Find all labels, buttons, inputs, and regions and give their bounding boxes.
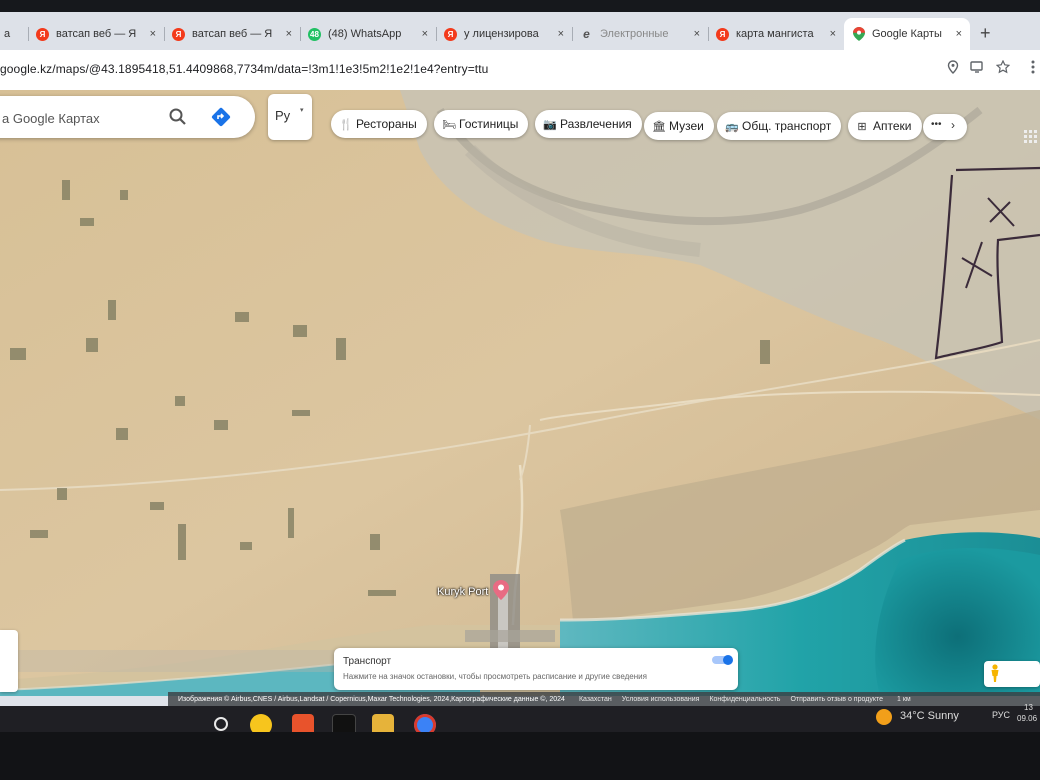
camera-icon: 📷 [543, 118, 557, 131]
install-app-icon[interactable] [968, 60, 986, 78]
country-link[interactable]: Казахстан [579, 696, 612, 703]
tab-label: у лицензирова [464, 28, 539, 40]
apps-grid-icon[interactable] [1024, 130, 1038, 144]
google-maps-icon [852, 27, 865, 41]
side-panel-toggle[interactable] [0, 630, 18, 692]
browser-tab-strip: а Я ватсап веб — Я × Я ватсап веб — Я × … [0, 12, 1040, 50]
new-tab-button[interactable]: + [980, 23, 991, 44]
chip-label: Рестораны [356, 117, 417, 131]
fork-knife-icon: 🍴 [339, 118, 353, 131]
chevron-down-icon: ▾ [300, 107, 304, 114]
chip-label: Гостиницы [459, 117, 519, 131]
file-explorer-icon[interactable] [372, 714, 394, 732]
pegman-icon[interactable] [990, 664, 1000, 682]
language-indicator[interactable]: РУС [992, 710, 1010, 720]
tab-label: а [4, 28, 11, 40]
search-icon[interactable] [168, 107, 188, 127]
satellite-map[interactable] [0, 90, 1040, 696]
close-icon[interactable]: × [150, 28, 156, 40]
tab-label: Google Карты [872, 28, 942, 40]
clock-date[interactable]: 09.06 [1017, 714, 1037, 723]
place-label[interactable]: Kuryk Port [437, 586, 488, 598]
privacy-link[interactable]: Конфиденциальность [709, 696, 780, 703]
map-search-box [0, 96, 255, 140]
chip-hotels[interactable]: 🛏 Гостиницы [434, 110, 529, 138]
imagery-credit: Изображения © Airbus,CNES / Airbus,Lands… [178, 695, 565, 703]
screen: а Я ватсап веб — Я × Я ватсап веб — Я × … [0, 12, 1040, 732]
map-layer-select[interactable]: Ру ▾ [268, 94, 312, 140]
chevron-right-icon: › [951, 118, 955, 132]
bed-icon: 🛏 [442, 118, 456, 131]
satellite-imagery [0, 90, 1040, 696]
chrome-icon[interactable] [414, 714, 436, 732]
menu-dots-icon[interactable] [1024, 60, 1040, 78]
chip-label: Развлечения [560, 117, 632, 131]
weather-sun-icon[interactable] [876, 709, 892, 725]
close-icon[interactable]: × [956, 28, 962, 40]
close-icon[interactable]: × [558, 28, 564, 40]
chip-label: Общ. транспорт [742, 119, 832, 133]
browser-tab[interactable]: 48 (48) WhatsApp × [300, 18, 436, 50]
browser-tab[interactable]: Я ватсап веб — Я × [28, 18, 164, 50]
yandex-icon: Я [716, 27, 729, 41]
map-attribution-bar: Изображения © Airbus,CNES / Airbus,Lands… [168, 692, 1040, 706]
browser-tab[interactable]: а [0, 18, 28, 50]
terms-link[interactable]: Условия использования [622, 696, 700, 703]
bookmark-star-icon[interactable] [994, 59, 1012, 78]
museum-icon: 🏛 [652, 120, 666, 133]
yandex-icon: Я [444, 27, 457, 41]
chips-more-button[interactable]: ••• › [923, 114, 967, 140]
chip-entertainment[interactable]: 📷 Развлечения [535, 110, 642, 138]
monitor-bezel [0, 732, 1040, 780]
location-pin-icon[interactable] [944, 60, 962, 78]
pharmacy-icon: ⊞ [857, 120, 867, 133]
cortana-icon[interactable] [214, 717, 228, 731]
browser-tab[interactable]: Я у лицензирова × [436, 18, 572, 50]
transport-info-card: Транспорт Нажмите на значок остановки, ч… [334, 648, 738, 690]
chip-pharmacies[interactable]: ⊞ Аптеки [848, 112, 922, 140]
weather-text[interactable]: 34°C Sunny [900, 710, 959, 722]
tiktok-icon[interactable] [332, 714, 356, 732]
url-text[interactable]: google.kz/maps/@43.1895418,51.4409868,77… [0, 62, 488, 76]
tab-label: ватсап веб — Я [192, 28, 273, 40]
browser-tab[interactable]: Я карта мангиста × [708, 18, 844, 50]
tab-label: ватсап веб — Я [56, 28, 137, 40]
transport-card-description: Нажмите на значок остановки, чтобы просм… [343, 672, 647, 681]
yandex-icon: Я [36, 27, 49, 41]
search-input[interactable] [0, 96, 174, 140]
directions-icon[interactable] [210, 106, 232, 128]
browser-tab[interactable]: e Электронные × [572, 18, 708, 50]
wps-office-icon[interactable] [292, 714, 314, 732]
close-icon[interactable]: × [422, 28, 428, 40]
chip-label: Музеи [669, 119, 704, 133]
layer-select-value: Ру [275, 108, 291, 123]
whatsapp-icon: 48 [308, 27, 321, 41]
map-pin-icon[interactable] [493, 580, 509, 605]
chip-restaurants[interactable]: 🍴 Рестораны [331, 110, 427, 138]
tab-label: (48) WhatsApp [328, 28, 402, 40]
close-icon[interactable]: × [286, 28, 292, 40]
feedback-link[interactable]: Отправить отзыв о продукте [790, 696, 883, 703]
close-icon[interactable]: × [694, 28, 700, 40]
clock-time[interactable]: 13 [1024, 702, 1033, 714]
close-icon[interactable]: × [830, 28, 836, 40]
bus-icon: 🚌 [725, 120, 739, 133]
address-bar[interactable]: google.kz/maps/@43.1895418,51.4409868,77… [0, 50, 1040, 91]
chip-museums[interactable]: 🏛 Музеи [644, 112, 714, 140]
chip-label: Аптеки [873, 119, 912, 133]
yandex-icon: Я [172, 27, 185, 41]
scale-label[interactable]: 1 км [897, 696, 911, 703]
transport-card-title: Транспорт [343, 656, 392, 667]
tab-label: Электронные [600, 28, 669, 40]
tab-label: карта мангиста [736, 28, 814, 40]
browser-tab[interactable]: Я ватсап веб — Я × [164, 18, 300, 50]
browser-tab-active[interactable]: Google Карты × [844, 18, 970, 50]
chip-public-transport[interactable]: 🚌 Общ. транспорт [717, 112, 842, 140]
yandex-browser-icon[interactable] [250, 714, 272, 732]
egov-icon: e [583, 27, 590, 41]
transport-layer-toggle[interactable] [712, 653, 736, 667]
more-dots-icon: ••• [931, 119, 942, 130]
